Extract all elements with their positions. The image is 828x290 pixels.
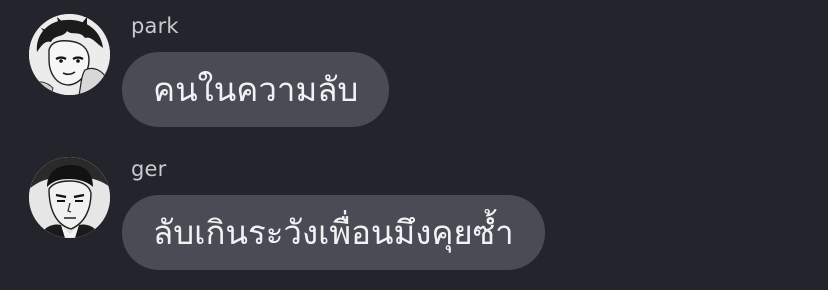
message-bubble[interactable]: คนในความลับ xyxy=(122,52,390,127)
sender-name: ger xyxy=(131,157,167,181)
chat-thread: park คนในความลับ ger ลับเกินระวังเพื่อนม… xyxy=(0,0,828,290)
sender-name: park xyxy=(131,14,179,38)
message-bubble[interactable]: ลับเกินระวังเพื่อนมึงคุยซ้ำ xyxy=(122,195,545,270)
avatar[interactable] xyxy=(29,14,110,95)
manga-man-avatar-icon xyxy=(29,157,110,238)
avatar[interactable] xyxy=(29,157,110,238)
manga-boy-avatar-icon xyxy=(29,14,110,95)
